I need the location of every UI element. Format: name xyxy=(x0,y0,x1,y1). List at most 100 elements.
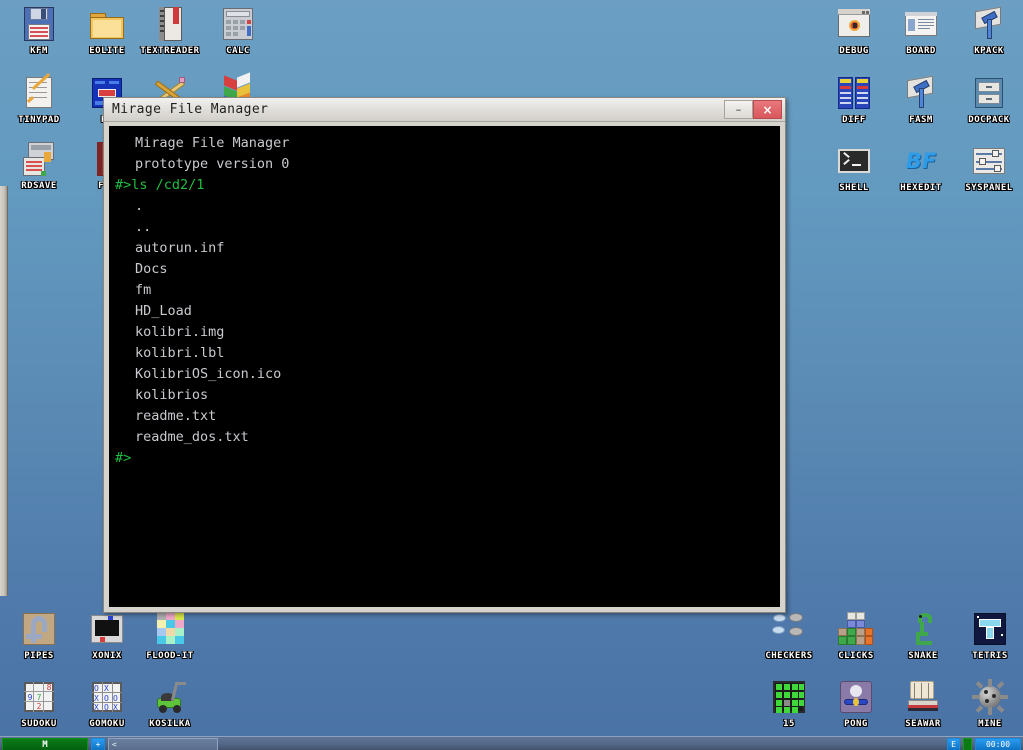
desktop-icon-board[interactable]: BOARD xyxy=(887,5,955,56)
desktop-icon-snake[interactable]: SNAKE xyxy=(889,610,957,661)
xonix-icon xyxy=(88,610,126,648)
minimize-button[interactable]: – xyxy=(724,100,753,119)
start-menu-button[interactable]: M xyxy=(2,738,88,750)
taskbar-tray-button[interactable]: E xyxy=(947,738,960,750)
desktop-icon-tetris[interactable]: TETRIS xyxy=(956,610,1023,661)
console-header-line-1: Mirage File Manager xyxy=(115,133,780,154)
desktop-icon-label: SUDOKU xyxy=(5,719,73,729)
taskbar-tray: E 00:00 xyxy=(947,738,1021,750)
desktop-icon-clicks[interactable]: CLICKS xyxy=(822,610,890,661)
desktop-icon-debug[interactable]: DEBUG xyxy=(820,5,888,56)
save-drive-icon xyxy=(20,140,58,178)
mirage-file-manager-window[interactable]: Mirage File Manager – × Mirage File Mana… xyxy=(103,97,786,613)
console-listing-entry: kolibrios xyxy=(115,385,780,406)
window-title: Mirage File Manager xyxy=(112,102,268,117)
desktop-icon-label: BOARD xyxy=(887,46,955,56)
console-trailing-prompt: #> xyxy=(115,448,780,469)
console-listing-entry: kolibri.img xyxy=(115,322,780,343)
desktop-icon-seawar[interactable]: SEAWAR xyxy=(889,678,957,729)
console-listing-entry: KolibriOS_icon.ico xyxy=(115,364,780,385)
desktop-icon-15[interactable]: 15 xyxy=(755,678,823,729)
desktop-icon-shell[interactable]: SHELL xyxy=(820,142,888,193)
notepad-pencil-icon xyxy=(20,74,58,112)
console-listing-entry: HD_Load xyxy=(115,301,780,322)
taskbar[interactable]: M + < E 00:00 xyxy=(0,736,1023,750)
window-controls: – × xyxy=(724,100,782,119)
desktop-icon-eolite[interactable]: EOLITE xyxy=(73,5,141,56)
desktop-icon-label: TETRIS xyxy=(956,651,1023,661)
book-icon xyxy=(151,5,189,43)
prompt-symbol: #> xyxy=(115,177,131,193)
folder-icon xyxy=(88,5,126,43)
desktop-icon-mine[interactable]: MINE xyxy=(956,678,1023,729)
tictactoe-icon: O X X O O X O X xyxy=(88,678,126,716)
desktop-icon-label: SYSPANEL xyxy=(955,183,1023,193)
taskbar-task-mirage[interactable]: < xyxy=(108,738,218,750)
desktop-icon-label: CHECKERS xyxy=(755,651,823,661)
taskbar-add-button[interactable]: + xyxy=(91,738,105,750)
desktop-icon-label: HEXEDIT xyxy=(887,183,955,193)
sliders-icon xyxy=(970,142,1008,180)
desktop-icon-calc[interactable]: CALC xyxy=(204,5,272,56)
desktop-icon-label: 15 xyxy=(755,719,823,729)
desktop-icon-docpack[interactable]: DOCPACK xyxy=(955,74,1023,125)
console-listing-entry: . xyxy=(115,196,780,217)
desktop-icon-label: CLICKS xyxy=(822,651,890,661)
desktop-icon-sudoku[interactable]: 8 9 7 2 SUDOKU xyxy=(5,678,73,729)
console-listing-entry: readme.txt xyxy=(115,406,780,427)
desktop-icon-label: PIPES xyxy=(5,651,73,661)
console-file-listing: ...autorun.infDocsfmHD_Loadkolibri.imgko… xyxy=(115,196,780,448)
tetris-blocks-icon xyxy=(837,610,875,648)
sudoku-grid-icon: 8 9 7 2 xyxy=(20,678,58,716)
desktop-icon-tinypad[interactable]: TINYPAD xyxy=(5,74,73,125)
terminal-icon xyxy=(835,142,873,180)
desktop-icon-label: MINE xyxy=(956,719,1023,729)
background-window-edge[interactable] xyxy=(0,186,8,596)
desktop-icon-kosilka[interactable]: KOSILKA xyxy=(136,678,204,729)
desktop-icon-diff[interactable]: DIFF xyxy=(820,74,888,125)
desktop-icon-label: EOLITE xyxy=(73,46,141,56)
command-text: ls /cd2/1 xyxy=(131,177,204,193)
desktop-icon-floodit[interactable]: FLOOD-IT xyxy=(136,610,204,661)
desktop-icon-fasm[interactable]: FASM xyxy=(887,74,955,125)
desktop-icon-label: SHELL xyxy=(820,183,888,193)
console-output[interactable]: Mirage File Manager prototype version 0 … xyxy=(109,126,780,607)
desktop-icon-hexedit[interactable]: BF HEXEDIT xyxy=(887,142,955,193)
tetris-t-icon xyxy=(971,610,1009,648)
window-titlebar[interactable]: Mirage File Manager – × xyxy=(104,98,785,122)
fifteen-grid-icon xyxy=(770,678,808,716)
desktop-icon-label: TEXTREADER xyxy=(136,46,204,56)
lawnmower-icon xyxy=(151,678,189,716)
document-icon xyxy=(902,5,940,43)
desktop-icon-syspanel[interactable]: SYSPANEL xyxy=(955,142,1023,193)
desktop-icon-pipes[interactable]: PIPES xyxy=(5,610,73,661)
snake-icon xyxy=(904,610,942,648)
console-listing-entry: autorun.inf xyxy=(115,238,780,259)
desktop-icon-label: FLOOD-IT xyxy=(136,651,204,661)
desktop-icon-label: DEBUG xyxy=(820,46,888,56)
desktop-icon-rdsave[interactable]: RDSAVE xyxy=(5,140,73,191)
close-button[interactable]: × xyxy=(753,100,782,119)
desktop-icon-label: KPACK xyxy=(955,46,1023,56)
hammer-box-icon xyxy=(902,74,940,112)
taskbar-clock[interactable]: 00:00 xyxy=(975,738,1021,750)
desktop-icon-label: DIFF xyxy=(820,115,888,125)
desktop-icon-gomoku[interactable]: O X X O O X O X GOMOKU xyxy=(73,678,141,729)
desktop-icon-kfm[interactable]: KFM xyxy=(5,5,73,56)
console-listing-entry: readme_dos.txt xyxy=(115,427,780,448)
desktop-icon-checkers[interactable]: CHECKERS xyxy=(755,610,823,661)
desktop-icon-label: SEAWAR xyxy=(889,719,957,729)
desktop-icon-label: GOMOKU xyxy=(73,719,141,729)
desktop-icon-textreader[interactable]: TEXTREADER xyxy=(136,5,204,56)
desktop-icon-label: KOSILKA xyxy=(136,719,204,729)
window-frame: Mirage File Manager prototype version 0 … xyxy=(104,122,785,612)
mine-icon xyxy=(971,678,1009,716)
desktop-icon-kpack[interactable]: KPACK xyxy=(955,5,1023,56)
desktop-icon-label: CALC xyxy=(204,46,272,56)
taskbar-status-led xyxy=(963,738,972,750)
bf-logo-icon: BF xyxy=(902,142,940,180)
desktop-icon-label: XONIX xyxy=(73,651,141,661)
console-listing-entry: kolibri.lbl xyxy=(115,343,780,364)
desktop-icon-pong[interactable]: PONG xyxy=(822,678,890,729)
desktop-icon-xonix[interactable]: XONIX xyxy=(73,610,141,661)
